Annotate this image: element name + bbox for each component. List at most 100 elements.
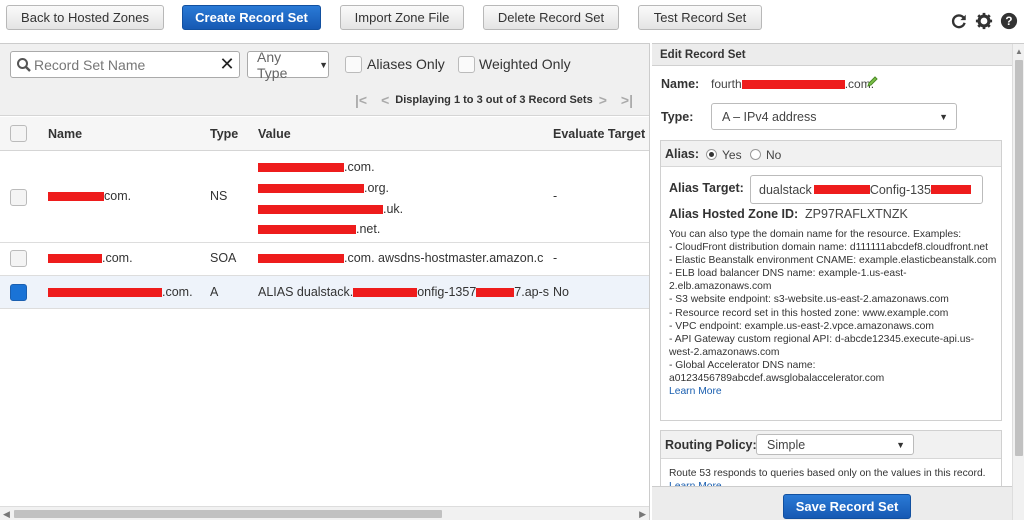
record-sets-pane: Record Set Name ✕ Any Type ▼ Aliases Onl… bbox=[0, 43, 650, 520]
test-record-set-button[interactable]: Test Record Set bbox=[638, 5, 762, 30]
name-label: Name: bbox=[661, 77, 700, 91]
record-value: ALIAS dualstack. onfig-1357 7.ap-s bbox=[258, 285, 550, 299]
create-record-set-button[interactable]: Create Record Set bbox=[182, 5, 321, 30]
alias-section: Alias: Yes No Alias Target: dualstack Con… bbox=[660, 140, 1002, 421]
alias-yes-label: Yes bbox=[722, 148, 742, 162]
horizontal-scrollbar[interactable]: ◀ ▶ bbox=[0, 506, 649, 520]
top-icons: ? bbox=[950, 12, 1018, 30]
record-value: .com. awsdns-hostmaster.amazon.c bbox=[258, 251, 543, 265]
alias-target-input[interactable]: dualstack Config-135 bbox=[750, 175, 983, 204]
next-page-icon[interactable]: > bbox=[599, 92, 607, 108]
table-row[interactable]: com. NS .com. .org. .uk. .net. - bbox=[0, 152, 649, 243]
alias-yes-radio[interactable] bbox=[706, 149, 717, 160]
alias-header: Alias: Yes No bbox=[661, 141, 1001, 167]
help-line: - API Gateway custom regional API: d-abc… bbox=[669, 333, 975, 345]
clear-search-icon[interactable]: ✕ bbox=[217, 54, 237, 75]
import-zone-file-button[interactable]: Import Zone File bbox=[340, 5, 464, 30]
vertical-scrollbar[interactable]: ▲ bbox=[1012, 44, 1024, 520]
help-line: You can also type the domain name for th… bbox=[669, 229, 962, 240]
record-type: NS bbox=[210, 189, 228, 203]
record-name: .com. bbox=[48, 285, 193, 299]
chevron-down-icon: ▼ bbox=[896, 439, 905, 450]
row-checkbox-checked[interactable] bbox=[10, 284, 27, 301]
alias-help-text: You can also type the domain name for th… bbox=[669, 228, 1001, 398]
alias-hosted-zone-label: Alias Hosted Zone ID: bbox=[669, 207, 799, 221]
routing-policy-label: Routing Policy: bbox=[665, 438, 757, 452]
help-line: - S3 website endpoint: s3-website.us-eas… bbox=[669, 294, 949, 306]
alias-no-radio[interactable] bbox=[750, 149, 761, 160]
alias-no-label: No bbox=[766, 148, 782, 162]
save-bar: Save Record Set bbox=[652, 486, 1012, 520]
filter-bar: Record Set Name ✕ Any Type ▼ Aliases Onl… bbox=[0, 44, 649, 116]
routing-policy-value: Simple bbox=[767, 437, 806, 452]
aliases-only-label: Aliases Only bbox=[367, 56, 445, 72]
row-checkbox[interactable] bbox=[10, 250, 27, 267]
help-line: - Elastic Beanstalk environment CNAME: e… bbox=[669, 255, 997, 267]
record-type: SOA bbox=[210, 251, 237, 265]
chevron-down-icon: ▼ bbox=[939, 111, 948, 122]
routing-policy-select[interactable]: Simple ▼ bbox=[756, 434, 914, 455]
name-value: fourth .com. bbox=[711, 77, 875, 91]
scroll-left-icon[interactable]: ◀ bbox=[3, 509, 10, 520]
record-type-select[interactable]: A – IPv4 address ▼ bbox=[711, 103, 957, 130]
routing-header: Routing Policy: Simple ▼ bbox=[661, 431, 1001, 459]
weighted-only-checkbox[interactable] bbox=[458, 56, 475, 73]
pager: |< < Displaying 1 to 3 out of 3 Record S… bbox=[355, 92, 633, 108]
type-filter-select[interactable]: Any Type ▼ bbox=[247, 48, 329, 81]
back-to-hosted-zones-button[interactable]: Back to Hosted Zones bbox=[6, 5, 164, 30]
help-line: west-2.amazonaws.com bbox=[669, 346, 780, 358]
record-type-value: A – IPv4 address bbox=[722, 109, 817, 124]
scroll-right-icon[interactable]: ▶ bbox=[639, 509, 646, 520]
column-name[interactable]: Name bbox=[48, 127, 82, 141]
aliases-only-checkbox[interactable] bbox=[345, 56, 362, 73]
help-line: - VPC endpoint: example.us-east-2.vpce.a… bbox=[669, 320, 934, 332]
table-row-selected[interactable]: .com. A ALIAS dualstack. onfig-1357 7.ap-s… bbox=[0, 276, 649, 309]
record-value: .net. bbox=[258, 222, 380, 236]
record-value: .org. bbox=[258, 181, 389, 195]
help-line: a0123456789abcdef.awsglobalaccelerator.c… bbox=[669, 373, 885, 385]
table-header: Name Type Value Evaluate Target bbox=[0, 117, 649, 151]
table-row[interactable]: .com. SOA .com. awsdns-hostmaster.amazon… bbox=[0, 243, 649, 276]
alias-label: Alias: bbox=[665, 147, 700, 161]
edit-name-icon[interactable] bbox=[866, 75, 879, 91]
scrollbar-thumb[interactable] bbox=[1015, 60, 1023, 456]
scroll-up-icon[interactable]: ▲ bbox=[1015, 47, 1023, 56]
record-evaluate: - bbox=[553, 189, 558, 203]
record-value: .uk. bbox=[258, 202, 403, 216]
help-line: - ELB load balancer DNS name: example-1.… bbox=[669, 268, 907, 280]
record-type: A bbox=[210, 285, 219, 299]
record-evaluate: No bbox=[553, 285, 569, 299]
last-page-icon[interactable]: >| bbox=[621, 92, 633, 108]
select-all-checkbox[interactable] bbox=[10, 125, 27, 142]
help-line: - Resource record set in this hosted zon… bbox=[669, 307, 949, 319]
row-checkbox[interactable] bbox=[10, 189, 27, 206]
edit-record-set-panel: Edit Record Set Name: fourth .com. Type: … bbox=[652, 43, 1024, 520]
chevron-down-icon: ▼ bbox=[319, 59, 328, 70]
edit-form: Name: fourth .com. Type: A – IPv4 address… bbox=[652, 66, 1012, 490]
learn-more-link[interactable]: Learn More bbox=[669, 385, 1001, 398]
help-line: 2.elb.amazonaws.com bbox=[669, 281, 772, 293]
help-icon[interactable]: ? bbox=[1000, 12, 1018, 30]
record-value: .com. bbox=[258, 160, 375, 174]
gear-icon[interactable] bbox=[975, 12, 993, 30]
type-filter-value: Any Type bbox=[257, 48, 288, 81]
help-line: - Global Accelerator DNS name: bbox=[669, 359, 816, 371]
column-evaluate-target[interactable]: Evaluate Target bbox=[553, 127, 645, 141]
record-name: com. bbox=[48, 189, 131, 203]
column-value[interactable]: Value bbox=[258, 127, 291, 141]
routing-policy-section: Routing Policy: Simple ▼ Route 53 respon… bbox=[660, 430, 1002, 490]
alias-target-label: Alias Target: bbox=[669, 181, 744, 195]
help-line: - CloudFront distribution domain name: d… bbox=[669, 242, 989, 254]
refresh-icon[interactable] bbox=[950, 12, 968, 30]
save-record-set-button[interactable]: Save Record Set bbox=[783, 494, 911, 519]
record-set-search[interactable]: Record Set Name ✕ bbox=[10, 51, 240, 78]
scrollbar-thumb[interactable] bbox=[14, 510, 442, 518]
svg-text:?: ? bbox=[1005, 15, 1012, 28]
first-page-icon[interactable]: |< bbox=[355, 92, 367, 108]
delete-record-set-button[interactable]: Delete Record Set bbox=[483, 5, 619, 30]
record-evaluate: - bbox=[553, 251, 558, 265]
column-type[interactable]: Type bbox=[210, 127, 238, 141]
record-name: .com. bbox=[48, 251, 133, 265]
search-input[interactable]: Record Set Name bbox=[34, 57, 217, 73]
prev-page-icon[interactable]: < bbox=[381, 92, 389, 108]
